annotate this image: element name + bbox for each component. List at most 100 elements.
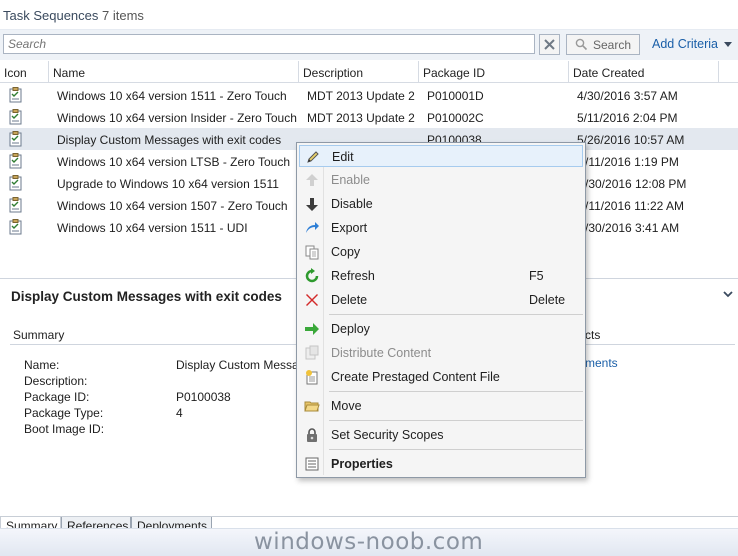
menu-item-distribute-content[interactable]: Distribute Content [299, 342, 583, 364]
column-header-package-id[interactable]: Package ID [419, 61, 569, 83]
row-name: Windows 10 x64 version 1511 - Zero Touch [57, 89, 287, 103]
clear-search-button[interactable] [539, 34, 560, 55]
menu-item-edit[interactable]: Edit [299, 145, 583, 167]
row-date-created: /30/2016 3:41 AM [585, 221, 680, 235]
menu-item-label: Deploy [331, 322, 370, 336]
menu-item-deploy[interactable]: Deploy [299, 318, 583, 340]
menu-item-shortcut: F5 [529, 269, 544, 283]
menu-item-label: Properties [331, 457, 393, 471]
task-sequence-icon [9, 109, 22, 125]
menu-separator [329, 391, 583, 392]
deploy-arrow-icon [305, 323, 319, 335]
menu-item-move[interactable]: Move [299, 395, 583, 417]
menu-separator [329, 314, 583, 315]
search-icon [575, 38, 588, 51]
prestaged-content-icon [306, 370, 318, 385]
table-row[interactable]: Windows 10 x64 version Insider - Zero To… [0, 106, 738, 128]
menu-item-label: Move [331, 399, 362, 413]
summary-divider [10, 344, 300, 345]
watermark-text: windows-noob.com [254, 529, 484, 555]
folder-icon [304, 401, 320, 412]
pencil-icon [307, 151, 319, 163]
copy-icon [305, 245, 319, 260]
row-description: MDT 2013 Update 2 [307, 111, 415, 125]
properties-icon [305, 457, 319, 471]
row-package-id: P010002C [427, 111, 484, 125]
menu-item-set-security-scopes[interactable]: Set Security Scopes [299, 424, 583, 446]
row-name: Windows 10 x64 version Insider - Zero To… [57, 111, 297, 125]
task-sequence-icon [9, 175, 22, 191]
menu-item-label: Enable [331, 173, 370, 187]
menu-item-disable[interactable]: Disable [299, 193, 583, 215]
menu-separator [329, 420, 583, 421]
menu-item-label: Set Security Scopes [331, 428, 444, 442]
refresh-icon [305, 268, 319, 283]
close-icon [544, 39, 555, 50]
menu-item-refresh[interactable]: Refresh F5 [299, 265, 583, 287]
menu-item-label: Copy [331, 245, 361, 259]
column-header-date-created[interactable]: Date Created [569, 61, 719, 83]
column-header-name[interactable]: Name [49, 61, 299, 83]
task-sequence-icon [9, 131, 22, 147]
item-count: 7 items [102, 8, 144, 23]
prop-package-id-value: P0100038 [176, 390, 231, 404]
distribute-content-icon [305, 345, 319, 360]
summary-section-label: Summary [13, 328, 65, 342]
prop-package-type-label: Package Type: [24, 406, 104, 420]
menu-item-label: Edit [332, 150, 354, 164]
row-date-created: /11/2016 11:22 AM [585, 199, 684, 213]
row-date-created: 4/30/2016 3:57 AM [577, 89, 678, 103]
row-name: Upgrade to Windows 10 x64 version 1511 [57, 177, 279, 191]
search-button[interactable]: Search [566, 34, 640, 55]
row-name: Windows 10 x64 version 1507 - Zero Touch [57, 199, 288, 213]
task-sequence-icon [9, 197, 22, 213]
menu-item-label: Create Prestaged Content File [331, 370, 500, 384]
table-row[interactable]: Windows 10 x64 version 1511 - Zero Touch… [0, 84, 738, 106]
column-header-description[interactable]: Description [299, 61, 419, 83]
chevron-down-icon [724, 41, 733, 47]
column-header-icon[interactable]: Icon [0, 61, 49, 83]
menu-item-delete[interactable]: Delete Delete [299, 289, 583, 311]
menu-item-export[interactable]: Export [299, 217, 583, 239]
search-input[interactable] [3, 34, 535, 54]
related-divider [585, 344, 735, 345]
row-date-created: 5/26/2016 10:57 AM [577, 133, 685, 147]
menu-item-copy[interactable]: Copy [299, 241, 583, 263]
collapse-chevron-icon[interactable] [722, 288, 734, 300]
related-objects-label: cts [585, 328, 601, 342]
prop-name-label: Name: [24, 358, 60, 372]
row-package-id: P010001D [427, 89, 484, 103]
row-date-created: 5/11/2016 2:04 PM [577, 111, 678, 125]
task-sequence-icon [9, 87, 22, 103]
task-sequence-icon [9, 153, 22, 169]
arrow-up-icon [306, 174, 318, 186]
menu-separator [329, 449, 583, 450]
row-date-created: /11/2016 1:19 PM [585, 155, 679, 169]
delete-x-icon [306, 294, 318, 306]
search-bar: Search Add Criteria [0, 30, 738, 60]
page-title: Task Sequences 7 items [3, 8, 144, 23]
menu-item-label: Distribute Content [331, 346, 432, 360]
export-arrow-icon [306, 222, 319, 233]
row-name: Display Custom Messages with exit codes [57, 133, 282, 147]
add-criteria-label: Add Criteria [652, 37, 718, 51]
task-sequence-icon [9, 219, 22, 235]
menu-item-label: Delete [331, 293, 368, 307]
menu-item-create-prestaged-content[interactable]: Create Prestaged Content File [299, 366, 583, 388]
menu-item-label: Export [331, 221, 368, 235]
deployments-link[interactable]: ments [585, 356, 618, 370]
menu-item-label: Disable [331, 197, 373, 211]
details-title: Display Custom Messages with exit codes [11, 289, 282, 304]
row-description: MDT 2013 Update 2 [307, 89, 415, 103]
prop-package-id-label: Package ID: [24, 390, 90, 404]
arrow-down-icon [306, 198, 318, 211]
menu-item-enable[interactable]: Enable [299, 169, 583, 191]
prop-package-type-value: 4 [176, 406, 183, 420]
menu-item-properties[interactable]: Properties [299, 453, 583, 475]
add-criteria-link[interactable]: Add Criteria [652, 37, 733, 51]
prop-boot-image-label: Boot Image ID: [24, 422, 105, 436]
row-name: Windows 10 x64 version LTSB - Zero Touch [57, 155, 290, 169]
menu-item-shortcut: Delete [529, 293, 566, 307]
table-header: Icon Name Description Package ID Date Cr… [0, 61, 738, 83]
watermark-banner: windows-noob.com [0, 528, 738, 556]
